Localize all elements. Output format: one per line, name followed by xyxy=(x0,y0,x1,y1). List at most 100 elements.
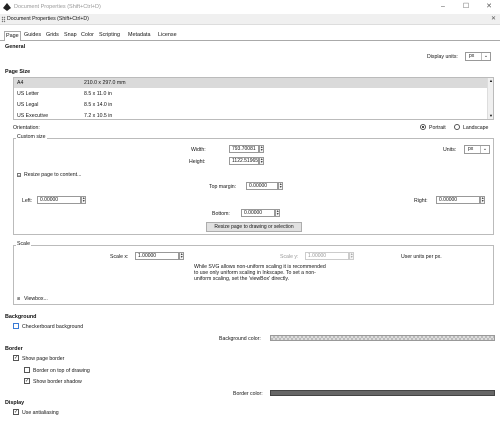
width-spin-button[interactable]: ▲ ▼ xyxy=(259,145,264,153)
resize-page-toggle[interactable]: Resize page to content... xyxy=(24,172,81,178)
chevron-down-icon: ⌄ xyxy=(481,53,490,60)
page-size-heading: Page Size xyxy=(5,69,31,75)
right-margin-spin-button[interactable]: ▲ ▼ xyxy=(480,196,485,204)
left-margin-label: Left: xyxy=(22,198,33,204)
orientation-label: Orientation: xyxy=(13,125,40,131)
tab-color[interactable]: Color xyxy=(80,31,95,41)
top-margin-label: Top margin: xyxy=(209,184,237,190)
width-label: Width: xyxy=(191,147,206,153)
page-size-name: A4 xyxy=(17,80,24,86)
checkerboard-label: Checkerboard background xyxy=(22,324,84,330)
viewbox-toggle[interactable]: Viewbox... xyxy=(24,296,48,302)
tab-scripting[interactable]: Scripting xyxy=(98,31,121,41)
scale-y-label: Scale y: xyxy=(280,254,299,260)
tab-license[interactable]: License xyxy=(157,31,178,41)
show-border-shadow-checkbox[interactable]: ✓ xyxy=(24,378,30,384)
landscape-label: Landscape xyxy=(463,125,489,131)
inkscape-icon xyxy=(3,3,11,11)
scale-note: While SVG allows non-uniform scaling it … xyxy=(194,264,326,283)
display-units-value: px xyxy=(469,53,475,59)
page-size-dimensions: 8.5 x 14.0 in xyxy=(84,102,113,108)
tab-guides[interactable]: Guides xyxy=(23,31,42,41)
scroll-down-icon[interactable]: ▼ xyxy=(489,113,493,118)
list-item[interactable]: US Letter 8.5 x 11.0 in xyxy=(14,89,493,99)
dock-title: Document Properties (Shift+Ctrl+D) xyxy=(7,16,89,22)
height-input[interactable]: 1122.51965 xyxy=(229,157,259,165)
show-border-shadow-label: Show border shadow xyxy=(33,379,82,385)
width-input[interactable]: 793.70081 xyxy=(229,145,259,153)
maximize-button[interactable]: ☐ xyxy=(455,2,477,12)
dock-header: Document Properties (Shift+Ctrl+D) ✕ xyxy=(0,14,500,25)
close-button[interactable]: ✕ xyxy=(478,2,500,12)
user-units-label: User units per px. xyxy=(401,254,442,260)
border-on-top-label: Border on top of drawing xyxy=(33,368,90,374)
page-size-list: A4 210.0 x 297.0 mm US Letter 8.5 x 11.0… xyxy=(13,77,494,120)
units-value: px xyxy=(468,146,474,152)
bottom-margin-spin-button[interactable]: ▲ ▼ xyxy=(275,209,280,217)
expander-icon[interactable]: − xyxy=(17,173,21,178)
top-margin-spin-button[interactable]: ▲ ▼ xyxy=(278,182,283,190)
bottom-margin-label: Bottom: xyxy=(212,211,230,217)
chevron-down-icon: ⌄ xyxy=(480,146,489,153)
background-color-label: Background color: xyxy=(219,336,261,342)
list-item[interactable]: US Executive 7.2 x 10.5 in xyxy=(14,111,493,119)
general-heading: General xyxy=(5,44,26,50)
show-page-border-checkbox[interactable]: ✓ xyxy=(13,355,19,361)
list-item[interactable]: US Legal 8.5 x 14.0 in xyxy=(14,100,493,110)
tab-bar: Page Guides Grids Snap Color Scripting M… xyxy=(0,31,500,41)
page-size-dimensions: 210.0 x 297.0 mm xyxy=(84,80,126,86)
units-label: Units: xyxy=(443,147,457,153)
antialiasing-checkbox[interactable]: ✓ xyxy=(13,409,19,415)
background-heading: Background xyxy=(5,314,37,320)
expander-icon[interactable]: ⊞ xyxy=(17,296,20,301)
antialiasing-label: Use antialiasing xyxy=(22,410,59,416)
page-size-name: US Legal xyxy=(17,102,39,108)
left-margin-spin-button[interactable]: ▲ ▼ xyxy=(81,196,86,204)
resize-to-drawing-button[interactable]: Resize page to drawing or selection xyxy=(206,222,302,232)
scale-title: Scale xyxy=(16,241,31,247)
border-on-top-checkbox[interactable] xyxy=(24,367,30,373)
scale-x-spin-button[interactable]: ▲ ▼ xyxy=(179,252,184,260)
right-margin-input[interactable]: 0.00000 xyxy=(436,196,480,204)
portrait-radio[interactable] xyxy=(420,124,426,130)
grip-icon xyxy=(1,16,6,23)
portrait-label: Portrait xyxy=(429,125,446,131)
dock-close-icon[interactable]: ✕ xyxy=(491,15,496,22)
custom-size-title: Custom size xyxy=(16,134,47,140)
scale-y-spin-button[interactable]: ▲ ▼ xyxy=(349,252,354,260)
show-page-border-label: Show page border xyxy=(22,356,65,362)
page-size-name: US Letter xyxy=(17,91,39,97)
scroll-up-icon[interactable]: ▲ xyxy=(489,78,493,83)
scale-x-label: Scale x: xyxy=(110,254,129,260)
checkerboard-checkbox[interactable] xyxy=(13,323,19,329)
display-units-label: Display units: xyxy=(427,54,458,60)
left-margin-input[interactable]: 0.00000 xyxy=(37,196,81,204)
list-item[interactable]: A4 210.0 x 297.0 mm xyxy=(14,78,493,88)
right-margin-label: Right: xyxy=(414,198,428,204)
border-heading: Border xyxy=(5,346,23,352)
landscape-radio[interactable] xyxy=(454,124,460,130)
tab-metadata[interactable]: Metadata xyxy=(127,31,151,41)
tab-snap[interactable]: Snap xyxy=(63,31,78,41)
title-bar: Document Properties (Shift+Ctrl+D) – ☐ ✕ xyxy=(0,0,500,14)
scale-x-input[interactable]: 1.00000 xyxy=(135,252,179,260)
tab-page[interactable]: Page xyxy=(4,31,21,41)
height-spin-button[interactable]: ▲ ▼ xyxy=(259,157,264,165)
page-size-dimensions: 7.2 x 10.5 in xyxy=(84,113,113,119)
height-label: Height: xyxy=(189,159,206,165)
page-size-name: US Executive xyxy=(17,113,49,119)
tab-grids[interactable]: Grids xyxy=(45,31,60,41)
display-units-select[interactable]: px ⌄ xyxy=(465,52,491,61)
top-margin-input[interactable]: 0.00000 xyxy=(246,182,278,190)
border-color-swatch[interactable] xyxy=(270,390,495,396)
list-scrollbar[interactable]: ▲ ▼ xyxy=(487,78,493,119)
scale-y-input[interactable]: 1.00000 xyxy=(305,252,349,260)
page-size-dimensions: 8.5 x 11.0 in xyxy=(84,91,112,97)
border-color-label: Border color: xyxy=(233,391,263,397)
window-title: Document Properties (Shift+Ctrl+D) xyxy=(14,4,101,10)
bottom-margin-input[interactable]: 0.00000 xyxy=(241,209,275,217)
minimize-button[interactable]: – xyxy=(432,2,454,12)
background-color-swatch[interactable] xyxy=(270,335,495,341)
display-heading: Display xyxy=(5,400,25,406)
units-select[interactable]: px ⌄ xyxy=(464,145,490,154)
